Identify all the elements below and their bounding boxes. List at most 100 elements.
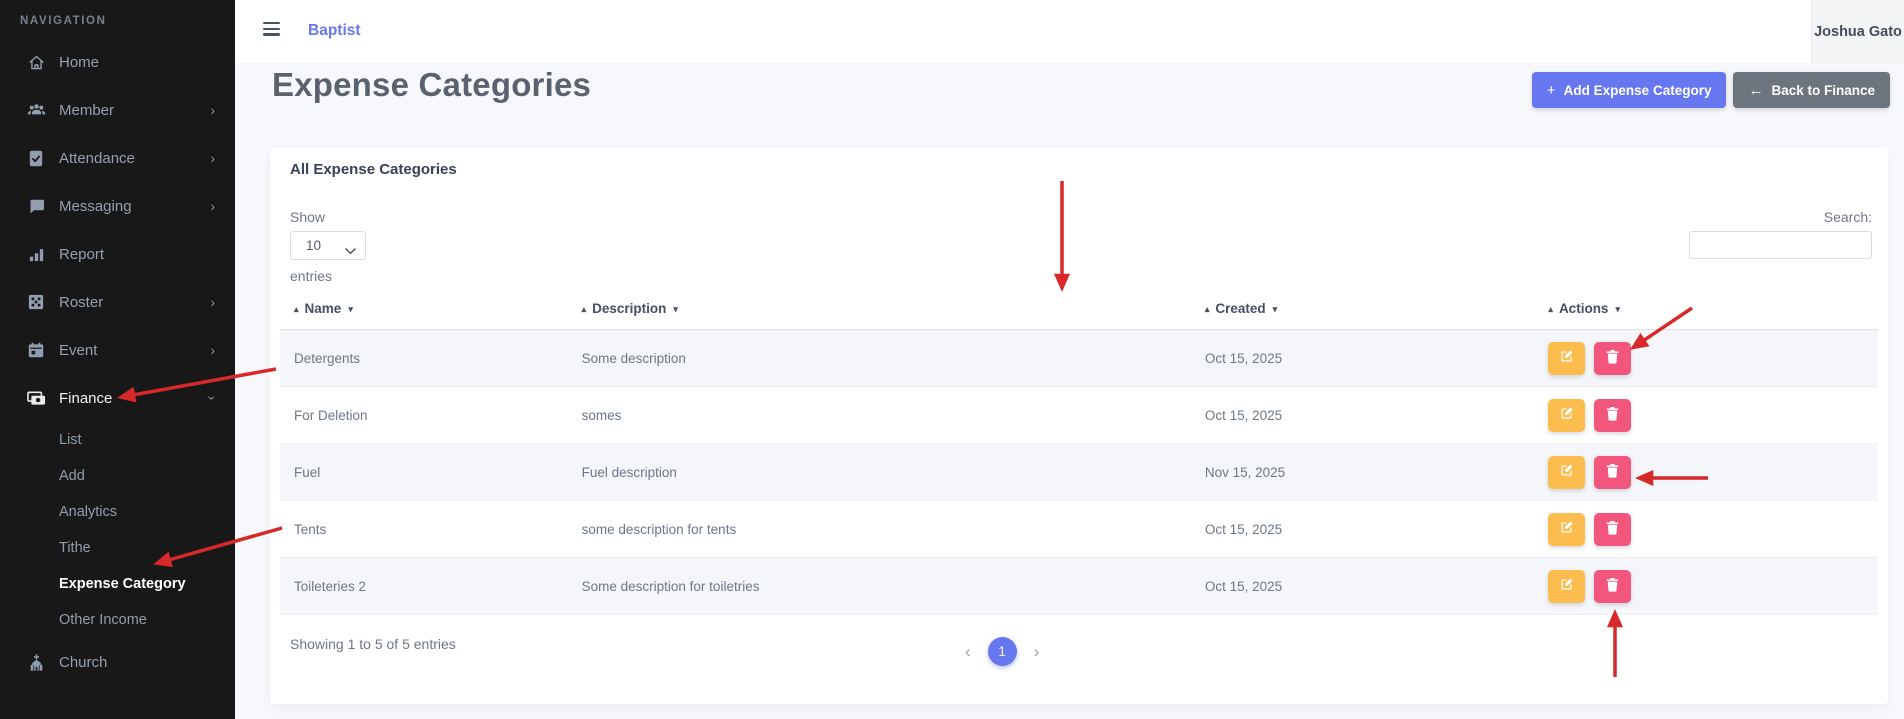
edit-button[interactable] <box>1548 342 1585 375</box>
cell-actions <box>1534 501 1878 558</box>
page-size-select[interactable]: 10 <box>290 231 366 260</box>
select-caret-icon <box>345 243 356 258</box>
sidebar-item-label: Church <box>59 654 215 671</box>
sidebar-item-label: Roster <box>59 294 210 311</box>
table-summary: Showing 1 to 5 of 5 entries <box>290 636 456 652</box>
cell-name: For Deletion <box>280 387 568 444</box>
edit-button[interactable] <box>1548 513 1585 546</box>
user-menu[interactable]: Joshua Gato <box>1811 0 1904 63</box>
calendar-icon <box>26 342 46 358</box>
delete-button[interactable] <box>1594 570 1631 603</box>
sidebar: NAVIGATION Home Member › Attendance › Me… <box>0 0 235 719</box>
cell-description: some description for tents <box>568 501 1191 558</box>
show-label: Show <box>290 209 325 225</box>
sort-menu-icon: ▾ <box>1615 304 1620 314</box>
grid-icon <box>26 294 46 310</box>
sidebar-item-finance[interactable]: Finance › <box>0 374 235 422</box>
hamburger-menu-icon[interactable] <box>263 22 281 40</box>
chevron-right-icon: › <box>210 342 215 358</box>
sidebar-subitem-expense-category[interactable]: Expense Category <box>0 566 235 602</box>
edit-icon <box>1559 577 1574 595</box>
cell-created: Oct 15, 2025 <box>1191 387 1535 444</box>
expense-categories-table: ▴Name▾ ▴Description▾ ▴Created▾ ▴Actions▾… <box>280 288 1878 615</box>
add-expense-category-button[interactable]: + Add Expense Category <box>1532 72 1727 108</box>
page-title: Expense Categories <box>272 66 591 104</box>
sidebar-item-home[interactable]: Home <box>0 38 235 86</box>
sidebar-item-label: Member <box>59 102 210 119</box>
chevron-right-icon: › <box>210 102 215 118</box>
column-header-actions[interactable]: ▴Actions▾ <box>1534 288 1878 330</box>
sidebar-item-label: Report <box>59 246 215 263</box>
sidebar-item-attendance[interactable]: Attendance › <box>0 134 235 182</box>
sidebar-subitem-label: Other Income <box>59 612 147 628</box>
sort-menu-icon: ▾ <box>348 304 353 314</box>
topbar: Baptist Joshua Gato <box>235 0 1904 63</box>
back-to-finance-button[interactable]: ← Back to Finance <box>1733 72 1890 108</box>
cell-description: somes <box>568 387 1191 444</box>
column-header-description[interactable]: ▴Description▾ <box>568 288 1191 330</box>
column-header-label: Description <box>592 301 666 316</box>
edit-icon <box>1559 349 1574 367</box>
column-header-label: Actions <box>1559 301 1609 316</box>
cell-created: Oct 15, 2025 <box>1191 330 1535 387</box>
user-name: Joshua Gato <box>1814 24 1902 40</box>
sidebar-subitem-analytics[interactable]: Analytics <box>0 494 235 530</box>
pagination-next-button[interactable]: › <box>1034 643 1040 660</box>
bar-chart-icon <box>26 247 46 262</box>
column-header-name[interactable]: ▴ Name ▾ <box>280 288 568 330</box>
sidebar-subitem-label: Tithe <box>59 540 91 556</box>
search-label: Search: <box>1824 209 1872 225</box>
trash-icon <box>1606 577 1619 595</box>
column-header-label: Created <box>1215 301 1265 316</box>
sidebar-subitem-add[interactable]: Add <box>0 458 235 494</box>
sidebar-subitem-other-income[interactable]: Other Income <box>0 602 235 638</box>
search-input[interactable] <box>1689 231 1872 259</box>
sort-asc-icon: ▴ <box>294 304 299 314</box>
sidebar-item-church[interactable]: Church <box>0 638 235 686</box>
sidebar-item-messaging[interactable]: Messaging › <box>0 182 235 230</box>
sidebar-item-member[interactable]: Member › <box>0 86 235 134</box>
chevron-right-icon: › <box>210 150 215 166</box>
column-header-created[interactable]: ▴Created▾ <box>1191 288 1535 330</box>
sort-asc-icon: ▴ <box>582 304 587 314</box>
sidebar-section-label: NAVIGATION <box>20 15 235 27</box>
edit-icon <box>1559 463 1574 481</box>
chevron-right-icon: › <box>210 198 215 214</box>
sidebar-item-roster[interactable]: Roster › <box>0 278 235 326</box>
sidebar-subitem-tithe[interactable]: Tithe <box>0 530 235 566</box>
edit-icon <box>1559 406 1574 424</box>
delete-button[interactable] <box>1594 513 1631 546</box>
brand-link[interactable]: Baptist <box>308 22 361 40</box>
card-title: All Expense Categories <box>290 161 457 178</box>
sidebar-subitem-label: Add <box>59 468 85 484</box>
cell-actions <box>1534 330 1878 387</box>
trash-icon <box>1606 349 1619 367</box>
cell-created: Oct 15, 2025 <box>1191 558 1535 615</box>
chevron-down-icon: › <box>205 396 221 401</box>
trash-icon <box>1606 406 1619 424</box>
cell-name: Fuel <box>280 444 568 501</box>
page-size-value: 10 <box>306 238 321 253</box>
edit-icon <box>1559 520 1574 538</box>
sidebar-item-report[interactable]: Report <box>0 230 235 278</box>
cell-description: Some description <box>568 330 1191 387</box>
edit-button[interactable] <box>1548 399 1585 432</box>
delete-button[interactable] <box>1594 342 1631 375</box>
delete-button[interactable] <box>1594 456 1631 489</box>
plus-icon: + <box>1547 82 1556 99</box>
money-icon <box>26 391 46 406</box>
edit-button[interactable] <box>1548 570 1585 603</box>
delete-button[interactable] <box>1594 399 1631 432</box>
pagination-page-1-button[interactable]: 1 <box>988 637 1017 666</box>
sidebar-item-label: Attendance <box>59 150 210 167</box>
pagination-prev-button[interactable]: ‹ <box>965 643 971 660</box>
add-expense-category-label: Add Expense Category <box>1564 83 1712 98</box>
sidebar-subitem-list[interactable]: List <box>0 422 235 458</box>
sort-menu-icon: ▾ <box>1273 304 1278 314</box>
church-icon <box>26 654 46 671</box>
pagination: ‹ 1 › <box>965 637 1039 666</box>
sidebar-item-event[interactable]: Event › <box>0 326 235 374</box>
column-header-label: Name <box>305 301 342 316</box>
expense-categories-card: All Expense Categories Show 10 entries S… <box>270 148 1888 704</box>
edit-button[interactable] <box>1548 456 1585 489</box>
